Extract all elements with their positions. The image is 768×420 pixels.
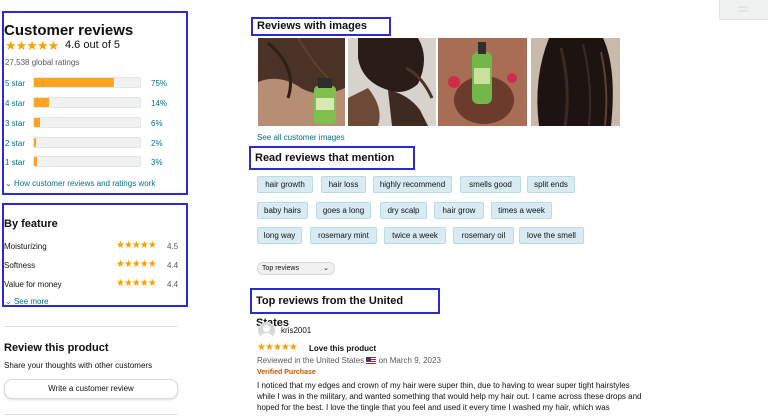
how-ratings-work-label[interactable]: How customer reviews and ratings work bbox=[14, 179, 155, 188]
histogram-row-4[interactable]: 4 star 14% bbox=[5, 97, 175, 109]
see-all-images-link[interactable]: See all customer images bbox=[257, 133, 345, 142]
histogram-percent[interactable]: 14% bbox=[151, 99, 167, 108]
feature-stars: ★★★★★ bbox=[116, 259, 157, 270]
review-photo-3[interactable] bbox=[438, 38, 527, 126]
review-product-title: Review this product bbox=[4, 342, 109, 354]
divider bbox=[4, 326, 178, 327]
review-product-subtitle: Share your thoughts with other customers bbox=[4, 361, 153, 370]
histogram-fill bbox=[34, 138, 37, 147]
mention-chip[interactable]: smells good bbox=[460, 176, 521, 193]
chevron-down-icon: ⌄ bbox=[5, 297, 12, 306]
review-photo-1[interactable] bbox=[258, 38, 345, 126]
histogram-bar[interactable] bbox=[33, 97, 141, 108]
histogram-bar[interactable] bbox=[33, 77, 141, 88]
customer-reviews-title: Customer reviews bbox=[4, 22, 134, 39]
review-photo-4[interactable] bbox=[531, 38, 620, 126]
mention-chip[interactable]: love the smell bbox=[519, 227, 584, 244]
feature-value: 4.5 bbox=[167, 242, 179, 251]
sort-selected: Top reviews bbox=[262, 265, 299, 272]
mention-chip[interactable]: highly recommend bbox=[373, 176, 452, 193]
histogram-bar[interactable] bbox=[33, 156, 141, 167]
histogram-fill bbox=[34, 118, 41, 127]
histogram-row-1[interactable]: 1 star 3% bbox=[5, 156, 175, 168]
histogram-row-5[interactable]: 5 star 75% bbox=[5, 77, 175, 89]
histogram-label[interactable]: 4 star bbox=[5, 99, 25, 108]
verified-purchase-badge: Verified Purchase bbox=[257, 369, 316, 376]
mention-chip[interactable]: hair grow bbox=[434, 202, 484, 219]
avatar bbox=[258, 322, 275, 339]
mention-chip[interactable]: times a week bbox=[491, 202, 552, 219]
histogram-percent[interactable]: 3% bbox=[151, 158, 163, 167]
histogram-percent[interactable]: 6% bbox=[151, 119, 163, 128]
mention-chip[interactable]: twice a week bbox=[384, 227, 446, 244]
histogram-row-2[interactable]: 2 star 2% bbox=[5, 137, 175, 149]
histogram-bar[interactable] bbox=[33, 117, 141, 128]
review-photo-2[interactable] bbox=[348, 38, 436, 126]
histogram-fill bbox=[34, 78, 114, 87]
review-author[interactable]: kris2001 bbox=[281, 326, 311, 335]
mention-chip[interactable]: split ends bbox=[527, 176, 575, 193]
divider bbox=[4, 414, 178, 415]
mentions-title: Read reviews that mention bbox=[249, 146, 415, 170]
feature-value: 4.4 bbox=[167, 280, 179, 289]
review-body: I noticed that my edges and crown of my … bbox=[257, 381, 642, 412]
sort-dropdown[interactable]: Top reviews ⌄ bbox=[257, 262, 335, 275]
us-flag-icon bbox=[366, 357, 377, 364]
feature-name: Value for money bbox=[4, 280, 62, 289]
chevron-down-icon: ⌄ bbox=[323, 265, 329, 272]
global-ratings-count: 27,538 global ratings bbox=[5, 58, 80, 67]
review-date-prefix: Reviewed in the United States bbox=[257, 356, 365, 365]
histogram-percent[interactable]: 75% bbox=[151, 79, 167, 88]
histogram-label[interactable]: 1 star bbox=[5, 158, 25, 167]
feature-stars: ★★★★★ bbox=[116, 278, 157, 289]
histogram-bar[interactable] bbox=[33, 137, 141, 148]
rating-text: 4.6 out of 5 bbox=[65, 39, 121, 51]
review-date-suffix: on March 9, 2023 bbox=[378, 356, 441, 365]
see-more-label[interactable]: See more bbox=[14, 297, 49, 306]
histogram-label[interactable]: 2 star bbox=[5, 139, 25, 148]
reviews-with-images-title: Reviews with images bbox=[251, 17, 391, 36]
mention-chip[interactable]: hair growth bbox=[257, 176, 313, 193]
by-feature-title: By feature bbox=[4, 218, 58, 230]
mention-chip[interactable]: dry scalp bbox=[380, 202, 427, 219]
mention-chip[interactable]: baby hairs bbox=[257, 202, 308, 219]
feature-name: Moisturizing bbox=[4, 242, 47, 251]
chevron-down-icon: ⌄ bbox=[5, 179, 12, 188]
mention-chip[interactable]: long way bbox=[257, 227, 302, 244]
rating-stars: ★★★★★ bbox=[5, 38, 59, 53]
feature-stars: ★★★★★ bbox=[116, 240, 157, 251]
histogram-percent[interactable]: 2% bbox=[151, 139, 163, 148]
mention-chip[interactable]: goes a long bbox=[316, 202, 371, 219]
mention-chip[interactable]: rosemary oil bbox=[453, 227, 514, 244]
how-ratings-work-link[interactable]: ⌄ How customer reviews and ratings work bbox=[5, 179, 155, 188]
mention-chip[interactable]: rosemary mint bbox=[310, 227, 377, 244]
review-headline[interactable]: Love this product bbox=[309, 344, 376, 353]
review-stars[interactable]: ★★★★★ bbox=[257, 342, 298, 353]
histogram-row-3[interactable]: 3 star 6% bbox=[5, 117, 175, 129]
see-more-link[interactable]: ⌄ See more bbox=[5, 297, 49, 306]
top-reviews-title: Top reviews from the United States bbox=[250, 288, 440, 329]
mention-chip[interactable]: hair loss bbox=[321, 176, 366, 193]
histogram-label[interactable]: 3 star bbox=[5, 119, 25, 128]
write-review-button[interactable]: Write a customer review bbox=[4, 379, 178, 399]
histogram-fill bbox=[34, 157, 38, 166]
feature-name: Softness bbox=[4, 261, 36, 270]
menu-icon[interactable] bbox=[719, 0, 768, 20]
feature-value: 4.4 bbox=[167, 261, 179, 270]
histogram-label[interactable]: 5 star bbox=[5, 79, 25, 88]
review-date: Reviewed in the United States on March 9… bbox=[257, 356, 441, 365]
histogram-fill bbox=[34, 98, 49, 107]
